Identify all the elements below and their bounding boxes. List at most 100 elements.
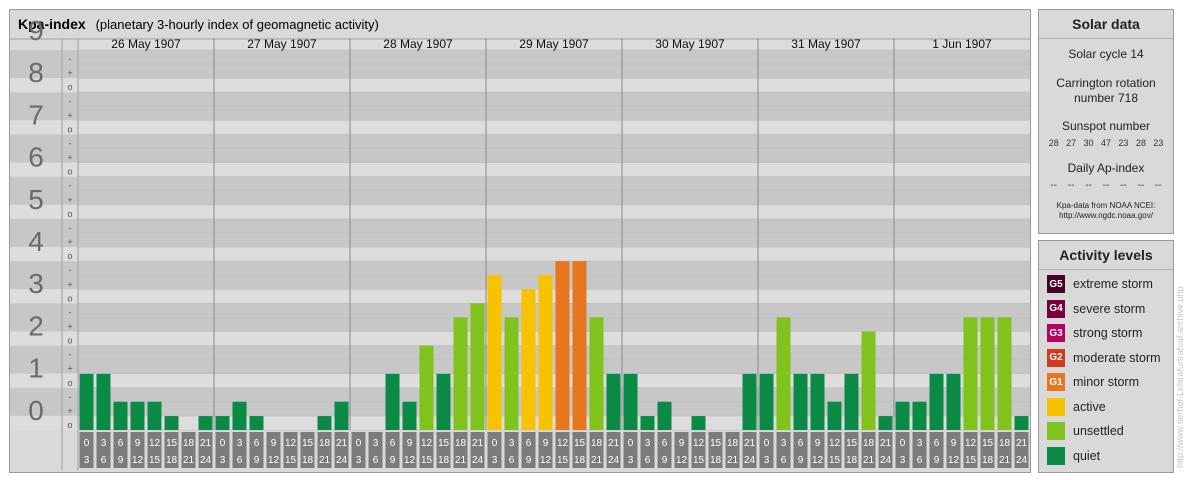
interval-start-label: 9 xyxy=(271,438,277,449)
interval-end-label: 18 xyxy=(982,455,994,466)
kp-bar xyxy=(419,345,434,430)
legend-label: active xyxy=(1073,399,1106,414)
interval-end-label: 21 xyxy=(727,455,739,466)
interval-start-label: 15 xyxy=(982,438,994,449)
y-minor-label: o xyxy=(67,124,72,134)
interval-start-label: 0 xyxy=(220,438,226,449)
y-minor-label: + xyxy=(67,68,72,78)
y-tick-label: 5 xyxy=(28,184,44,215)
kp-bar xyxy=(164,416,179,430)
interval-start-label: 3 xyxy=(509,438,515,449)
interval-start-label: 12 xyxy=(557,438,569,449)
kp-bar xyxy=(232,401,247,430)
y-minor-label: + xyxy=(67,195,72,205)
band-light xyxy=(10,247,1030,262)
kp-bar xyxy=(878,416,893,430)
interval-start-label: 12 xyxy=(421,438,433,449)
interval-end-label: 15 xyxy=(285,455,297,466)
interval-end-label: 9 xyxy=(662,455,668,466)
interval-start-label: 18 xyxy=(727,438,739,449)
interval-end-label: 3 xyxy=(900,455,906,466)
kp-bar xyxy=(963,317,978,430)
day-label: 29 May 1907 xyxy=(519,37,589,51)
interval-end-label: 15 xyxy=(557,455,569,466)
y-minor-label: - xyxy=(69,181,72,191)
kp-bar xyxy=(810,373,825,430)
interval-start-label: 3 xyxy=(101,438,107,449)
band-light xyxy=(10,331,1030,346)
activity-levels-heading: Activity levels xyxy=(1039,241,1173,270)
ap-value: -- xyxy=(1050,180,1058,191)
interval-start-label: 0 xyxy=(492,438,498,449)
legend-swatch: G1 xyxy=(1047,373,1065,392)
kp-bar xyxy=(640,416,655,430)
y-minor-label: o xyxy=(67,251,72,261)
kp-bar xyxy=(402,401,417,430)
interval-end-label: 15 xyxy=(421,455,433,466)
kp-bar xyxy=(861,331,876,430)
kp-bar xyxy=(436,373,451,430)
y-minor-label: + xyxy=(67,406,72,416)
legend-swatch: G2 xyxy=(1047,348,1065,367)
kp-bar xyxy=(827,401,842,430)
interval-start-label: 18 xyxy=(319,438,331,449)
kp-bar xyxy=(79,373,94,430)
interval-start-label: 0 xyxy=(764,438,770,449)
interval-start-label: 6 xyxy=(118,438,124,449)
legend-label: severe storm xyxy=(1073,301,1146,316)
y-minor-label: + xyxy=(67,364,72,374)
interval-end-label: 9 xyxy=(390,455,396,466)
interval-end-label: 24 xyxy=(336,455,348,466)
interval-end-label: 21 xyxy=(863,455,875,466)
interval-start-label: 9 xyxy=(951,438,957,449)
interval-start-label: 9 xyxy=(543,438,549,449)
y-tick-label: 8 xyxy=(28,57,44,88)
y-minor-label: - xyxy=(69,265,72,275)
y-tick-label: 7 xyxy=(28,99,44,130)
interval-end-label: 15 xyxy=(693,455,705,466)
interval-start-label: 6 xyxy=(254,438,260,449)
interval-end-label: 24 xyxy=(1016,455,1028,466)
y-minor-label: - xyxy=(69,350,72,360)
interval-end-label: 18 xyxy=(438,455,450,466)
interval-start-label: 21 xyxy=(200,438,212,449)
activity-levels-panel: Activity levels G5 extreme storm G4 seve… xyxy=(1038,240,1174,473)
kp-bar xyxy=(759,373,774,430)
interval-start-label: 12 xyxy=(965,438,977,449)
y-minor-label: - xyxy=(69,307,72,317)
interval-start-label: 18 xyxy=(183,438,195,449)
solar-data-heading: Solar data xyxy=(1039,10,1173,39)
ap-label: Daily Ap-index xyxy=(1067,161,1145,175)
interval-end-label: 18 xyxy=(710,455,722,466)
kp-bar xyxy=(844,373,859,430)
y-tick-label: 2 xyxy=(28,310,44,341)
interval-end-label: 3 xyxy=(84,455,90,466)
interval-start-label: 21 xyxy=(336,438,348,449)
carrington-line2: number 718 xyxy=(1073,91,1139,105)
interval-end-label: 12 xyxy=(676,455,688,466)
kp-bar xyxy=(113,401,128,430)
kp-bar xyxy=(453,317,468,430)
legend-item-active: active xyxy=(1039,395,1173,420)
y-minor-label: + xyxy=(67,279,72,289)
interval-end-label: 18 xyxy=(166,455,178,466)
data-source-link[interactable]: http://www.ngdc.noaa.gov/ xyxy=(1039,211,1173,221)
y-tick-label: 1 xyxy=(28,353,44,384)
interval-start-label: 9 xyxy=(135,438,141,449)
day-label: 26 May 1907 xyxy=(111,37,181,51)
interval-end-label: 24 xyxy=(200,455,212,466)
data-source-line1: Kpa-data from NOAA NCEI: xyxy=(1056,201,1156,210)
kp-bar xyxy=(691,416,706,430)
interval-end-label: 6 xyxy=(237,455,243,466)
interval-start-label: 18 xyxy=(591,438,603,449)
kp-bar xyxy=(980,317,995,430)
interval-start-label: 15 xyxy=(438,438,450,449)
y-minor-label: - xyxy=(69,96,72,106)
legend-swatch xyxy=(1047,446,1065,465)
interval-start-label: 3 xyxy=(781,438,787,449)
legend-item-unsettled: unsettled xyxy=(1039,419,1173,444)
day-label: 30 May 1907 xyxy=(655,37,725,51)
interval-end-label: 15 xyxy=(965,455,977,466)
legend-item-g4: G4 severe storm xyxy=(1039,297,1173,322)
band-light xyxy=(10,78,1030,93)
